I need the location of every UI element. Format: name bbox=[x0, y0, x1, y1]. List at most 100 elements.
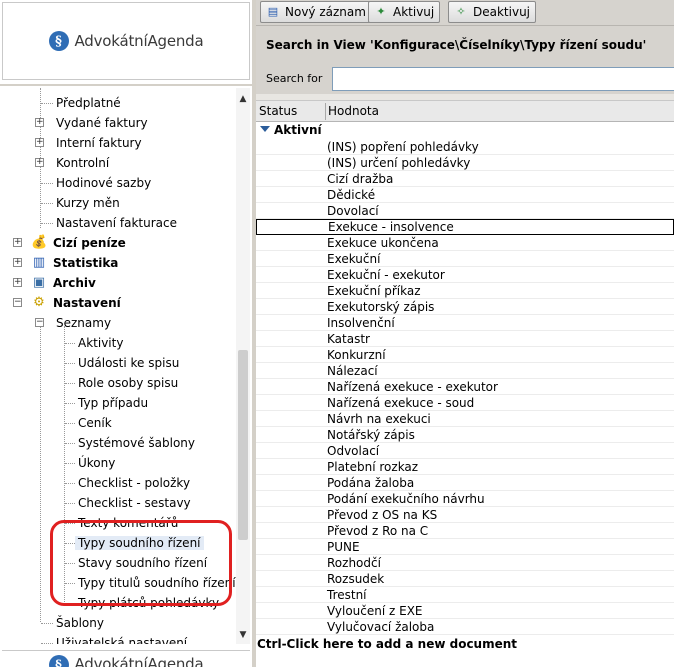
column-header-value[interactable]: Hodnota bbox=[325, 101, 379, 122]
expand-plus-icon[interactable]: + bbox=[13, 258, 22, 267]
tree-item-aktivity[interactable]: Aktivity bbox=[78, 333, 123, 353]
tree-scrollbar[interactable]: ▲ ▼ bbox=[236, 88, 250, 644]
collapse-minus-icon[interactable]: − bbox=[13, 298, 22, 307]
table-row[interactable]: Podání exekučního návrhu bbox=[256, 491, 674, 507]
scrollbar-thumb[interactable] bbox=[238, 350, 248, 540]
group-row-active[interactable]: Aktivní bbox=[256, 122, 674, 139]
tree-item-kontrolni[interactable]: Kontrolní bbox=[56, 153, 109, 173]
table-row[interactable]: Platební rozkaz bbox=[256, 459, 674, 475]
row-value: Nálezací bbox=[327, 364, 378, 378]
tree-item-ukony[interactable]: Úkony bbox=[78, 453, 115, 473]
tree-item-cenik[interactable]: Ceník bbox=[78, 413, 112, 433]
tree-item-typy-titulu-soudniho-rizeni[interactable]: Typy titulů soudního řízení bbox=[78, 573, 236, 593]
tree-item-typy-platcu-pohledavky[interactable]: Typy plátců pohledávky bbox=[78, 593, 219, 613]
deactivate-button[interactable]: ✧ Deaktivuj bbox=[448, 1, 537, 23]
table-row[interactable]: Dědické bbox=[256, 187, 674, 203]
tree-item-archiv[interactable]: Archiv bbox=[53, 273, 96, 293]
search-input[interactable] bbox=[332, 67, 674, 91]
tree-item-label: Ceník bbox=[78, 416, 112, 430]
tree-item-interni-faktury[interactable]: Interní faktury bbox=[56, 133, 142, 153]
table-row[interactable]: Trestní bbox=[256, 587, 674, 603]
tree-item-nastaveni[interactable]: Nastavení bbox=[53, 293, 121, 313]
expand-plus-icon[interactable]: + bbox=[35, 138, 44, 147]
tree-item-vydane-faktury[interactable]: Vydané faktury bbox=[56, 113, 148, 133]
table-row[interactable]: PUNE bbox=[256, 539, 674, 555]
table-row[interactable]: Vylučovací žaloba bbox=[256, 619, 674, 635]
tree-item-predplatne[interactable]: Předplatné bbox=[56, 93, 121, 113]
tree-guide-line bbox=[65, 343, 75, 344]
expand-plus-icon[interactable]: + bbox=[35, 118, 44, 127]
table-row[interactable]: Exekuce ukončena bbox=[256, 235, 674, 251]
logo-text: AdvokátníAgenda bbox=[75, 32, 204, 50]
table-row[interactable]: Podána žaloba bbox=[256, 475, 674, 491]
table-row[interactable]: Vyloučení z EXE bbox=[256, 603, 674, 619]
tree-item-hodinove-sazby[interactable]: Hodinové sazby bbox=[56, 173, 151, 193]
row-value: Nařízená exekuce - soud bbox=[327, 396, 475, 410]
tree-guide-line bbox=[65, 403, 75, 404]
tree-item-label: Seznamy bbox=[56, 316, 112, 330]
table-row[interactable]: Převod z Ro na C bbox=[256, 523, 674, 539]
table-row[interactable]: (INS) popření pohledávky bbox=[256, 139, 674, 155]
table-row[interactable]: Exekutorský zápis bbox=[256, 299, 674, 315]
table-row[interactable]: Exekuční bbox=[256, 251, 674, 267]
scroll-down-icon[interactable]: ▼ bbox=[236, 628, 250, 642]
tree-item-checklist-sestavy[interactable]: Checklist - sestavy bbox=[78, 493, 191, 513]
add-document-hint[interactable]: Ctrl-Click here to add a new document bbox=[256, 636, 674, 652]
bar-chart-icon: ▥ bbox=[32, 255, 46, 270]
tree-item-statistika[interactable]: Statistika bbox=[53, 253, 118, 273]
expand-plus-icon[interactable]: + bbox=[35, 158, 44, 167]
activate-button[interactable]: ✦ Aktivuj bbox=[368, 1, 441, 23]
table-row[interactable]: Cizí dražba bbox=[256, 171, 674, 187]
deactivate-icon: ✧ bbox=[456, 5, 466, 18]
table-row[interactable]: Exekuce - insolvence bbox=[256, 219, 674, 235]
toolbar: ▤ Nový záznam ✦ Aktivuj ✧ Deaktivuj bbox=[256, 0, 674, 26]
tree-item-kurzy-men[interactable]: Kurzy měn bbox=[56, 193, 120, 213]
table-row[interactable]: Nařízená exekuce - exekutor bbox=[256, 379, 674, 395]
expand-plus-icon[interactable]: + bbox=[13, 278, 22, 287]
table-row[interactable]: Odvolací bbox=[256, 443, 674, 459]
tree-item-cizi-penize[interactable]: Cizí peníze bbox=[53, 233, 126, 253]
table-row[interactable]: Katastr bbox=[256, 331, 674, 347]
table-row[interactable]: Rozsudek bbox=[256, 571, 674, 587]
table-row[interactable]: Rozhodčí bbox=[256, 555, 674, 571]
table-row[interactable]: Exekuční příkaz bbox=[256, 283, 674, 299]
grid-header: Status Hodnota bbox=[256, 100, 674, 122]
tree-item-sablony[interactable]: Šablony bbox=[56, 613, 104, 633]
table-row[interactable]: Nálezací bbox=[256, 363, 674, 379]
tree-item-udalosti-ke-spisu[interactable]: Události ke spisu bbox=[78, 353, 179, 373]
table-row[interactable]: Konkurzní bbox=[256, 347, 674, 363]
tree-item-typ-pripadu[interactable]: Typ případu bbox=[78, 393, 148, 413]
table-row[interactable]: Notářský zápis bbox=[256, 427, 674, 443]
table-row[interactable]: Převod z OS na KS bbox=[256, 507, 674, 523]
table-row[interactable]: Dovolací bbox=[256, 203, 674, 219]
tree-guide-line bbox=[65, 523, 75, 524]
tree-item-checklist-polozky[interactable]: Checklist - položky bbox=[78, 473, 190, 493]
collapse-triangle-icon[interactable] bbox=[260, 126, 270, 132]
tree-item-texty-komentaru[interactable]: Texty komentářů bbox=[78, 513, 178, 533]
tree-item-typy-soudniho-rizeni[interactable]: Typy soudního řízení bbox=[75, 533, 204, 553]
tree-item-uzivatelska-nastaveni[interactable]: Uživatelská nastavení bbox=[56, 633, 187, 644]
table-row[interactable]: Insolvenční bbox=[256, 315, 674, 331]
tree-item-seznamy[interactable]: Seznamy bbox=[56, 313, 111, 333]
tree-guide-line bbox=[64, 326, 65, 606]
tree-guide-line bbox=[65, 563, 75, 564]
tree-guide-line bbox=[65, 463, 75, 464]
new-record-button[interactable]: ▤ Nový záznam bbox=[260, 1, 372, 23]
row-value: Exekuce - insolvence bbox=[328, 220, 454, 234]
row-value: Dědické bbox=[327, 188, 376, 202]
tree-item-stavy-soudniho-rizeni[interactable]: Stavy soudního řízení bbox=[78, 553, 207, 573]
table-row[interactable]: Návrh na exekuci bbox=[256, 411, 674, 427]
table-row[interactable]: Exekuční - exekutor bbox=[256, 267, 674, 283]
row-value: (INS) popření pohledávky bbox=[327, 140, 479, 154]
tree-item-systemove-sablony[interactable]: Systémové šablony bbox=[78, 433, 195, 453]
table-row[interactable]: Nařízená exekuce - soud bbox=[256, 395, 674, 411]
tree-item-role-osoby-spisu[interactable]: Role osoby spisu bbox=[78, 373, 178, 393]
table-row[interactable]: (INS) určení pohledávky bbox=[256, 155, 674, 171]
expand-plus-icon[interactable]: + bbox=[13, 238, 22, 247]
collapse-minus-icon[interactable]: − bbox=[35, 318, 44, 327]
tree-item-nastaveni-fakturace[interactable]: Nastavení fakturace bbox=[56, 213, 177, 233]
row-value: Převod z Ro na C bbox=[327, 524, 429, 538]
scroll-up-icon[interactable]: ▲ bbox=[236, 92, 250, 106]
column-header-status[interactable]: Status bbox=[256, 101, 297, 122]
tree-item-label: Stavy soudního řízení bbox=[78, 556, 208, 570]
